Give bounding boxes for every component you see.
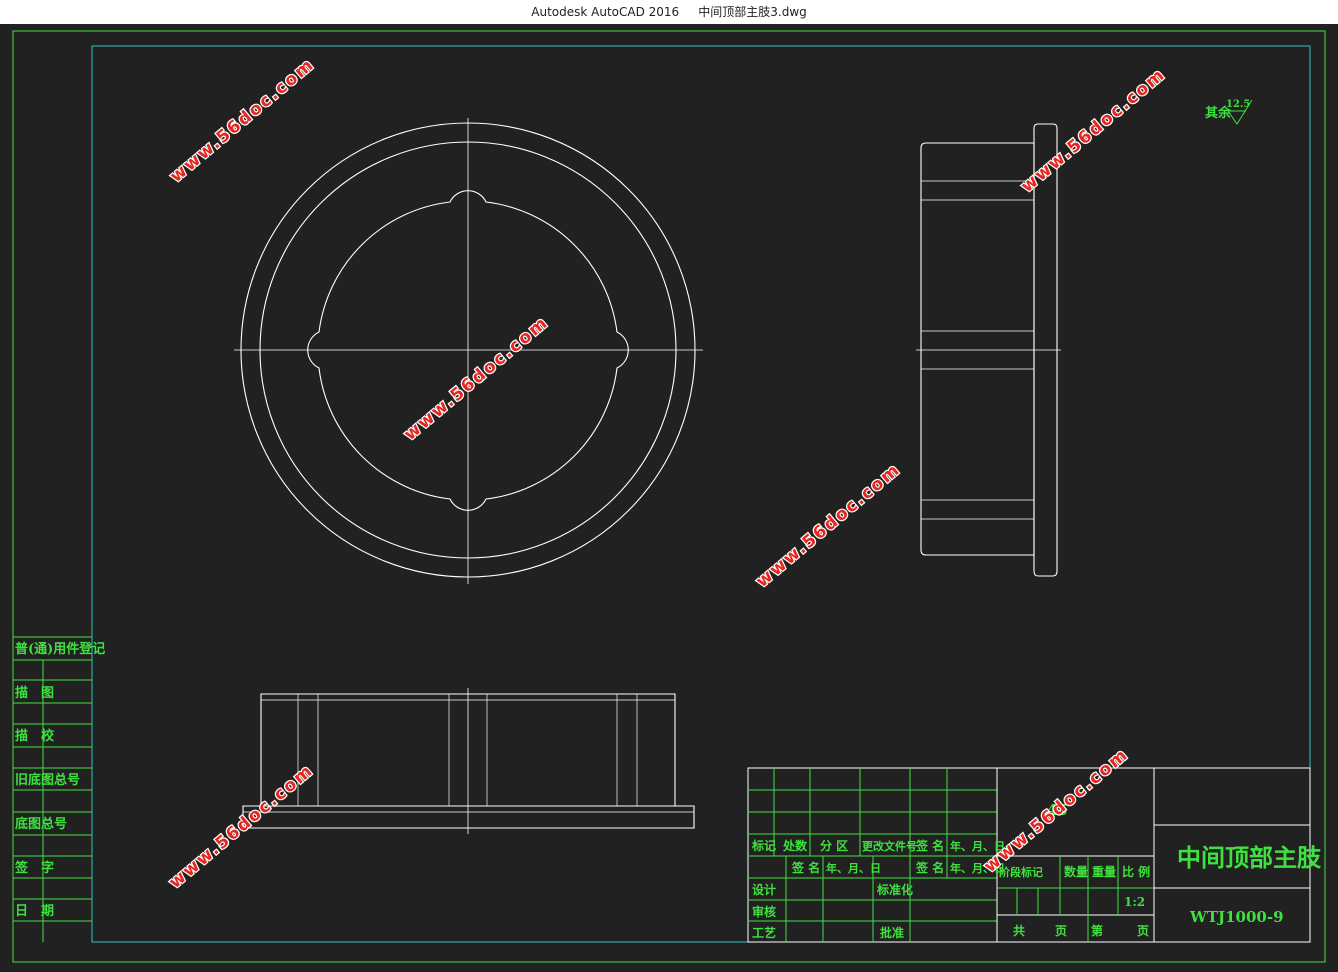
role-design: 设计 [752, 882, 776, 897]
side-row-0: 普(通)用件登记 [15, 641, 105, 657]
side-table: 普(通)用件登记 描 图 描 校 旧底图总号 底图总号 签 字 日 期 [13, 636, 105, 942]
part-name: 中间顶部主肢 [1177, 843, 1322, 872]
app-title: Autodesk AutoCAD 2016 [531, 5, 680, 19]
bottom-view [242, 688, 695, 834]
front-view [234, 118, 703, 584]
file-name: 中间顶部主肢3.dwg [698, 5, 807, 19]
roughness-symbol: 其余 12.5 [1205, 99, 1253, 125]
title-block: 标记 处数 分 区 更改文件号 签 名 年、月、日 签 名 年、月、日 签 名 … [747, 767, 1322, 943]
rev-header-0: 标记 [751, 838, 776, 853]
role-process: 工艺 [752, 925, 776, 940]
rev-header-3: 更改文件号 [862, 839, 917, 853]
watermark-text: www.56doc.com [400, 313, 552, 445]
sign-2: 签 名 [915, 860, 944, 875]
side-row-2: 描 校 [15, 728, 55, 744]
approve-label: 批准 [880, 925, 904, 940]
window-titlebar: Autodesk AutoCAD 2016 中间顶部主肢3.dwg [0, 0, 1338, 24]
stage-header-3: 比 例 [1122, 864, 1150, 879]
side-row-5: 签 字 [14, 860, 54, 876]
sheet-unit: 页 [1055, 924, 1067, 938]
side-row-3: 旧底图总号 [15, 772, 80, 788]
outer-frame [12, 30, 1326, 963]
rev-header-2: 分 区 [820, 838, 848, 853]
role-review: 审核 [752, 904, 776, 919]
watermark-text: www.56doc.com [980, 745, 1132, 877]
stage-header-2: 重量 [1092, 864, 1116, 879]
watermark-text: www.56doc.com [752, 460, 904, 592]
stage-header-0: 阶段标记 [999, 865, 1043, 879]
cad-drawing: 其余 12.5 普(通)用件登记 描 图 描 校 旧底图总号 底图总号 签 字 … [12, 30, 1326, 963]
side-row-6: 日 期 [15, 904, 54, 919]
side-row-4: 底图总号 [15, 816, 67, 832]
watermarks: www.56doc.com www.56doc.com www.56doc.co… [164, 53, 1171, 894]
scale-value: 1:2 [1124, 895, 1145, 909]
sheet-total: 共 [1013, 923, 1025, 938]
sign-0: 签 名 [791, 860, 820, 875]
stage-header-1: 数量 [1064, 864, 1088, 879]
drawing-number: WTJ1000-9 [1189, 908, 1284, 926]
sheet-no: 第 [1091, 923, 1103, 938]
rev-header-1: 处数 [782, 838, 808, 853]
watermark-text: www.56doc.com [1017, 65, 1169, 197]
side-row-1: 描 图 [15, 685, 54, 701]
watermark-text: www.56doc.com [166, 55, 318, 187]
rev-header-4: 签 名 [915, 838, 944, 853]
side-view [916, 123, 1061, 577]
sheet-unit-2: 页 [1137, 924, 1149, 938]
drawing-canvas[interactable]: 其余 12.5 普(通)用件登记 描 图 描 校 旧底图总号 底图总号 签 字 … [0, 24, 1338, 972]
sign-1: 年、月、日 [826, 861, 881, 875]
watermark-text: www.56doc.com [165, 761, 317, 893]
standardize-label: 标准化 [876, 882, 913, 897]
